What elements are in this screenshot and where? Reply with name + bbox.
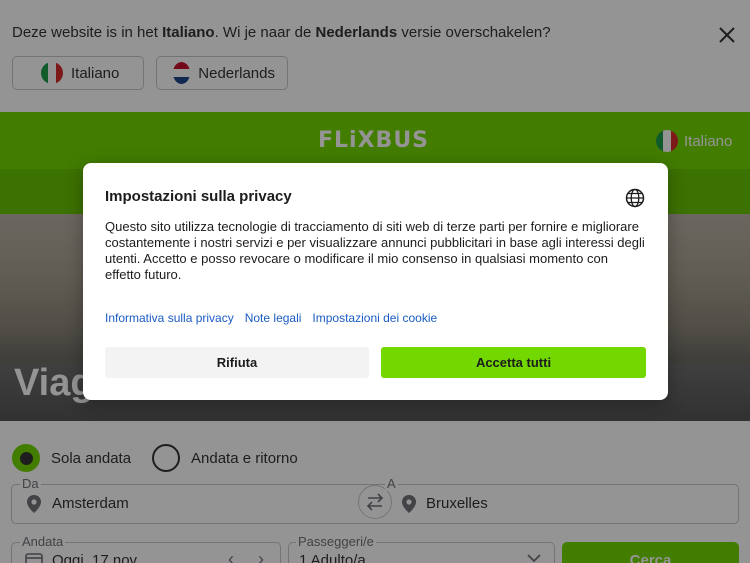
cookie-settings-link[interactable]: Impostazioni dei cookie xyxy=(312,311,437,325)
privacy-links: Informativa sulla privacy Note legali Im… xyxy=(105,311,437,325)
accept-all-button[interactable]: Accetta tutti xyxy=(381,347,646,378)
language-globe-icon[interactable] xyxy=(625,188,645,208)
legal-notes-link[interactable]: Note legali xyxy=(245,311,302,325)
privacy-policy-link[interactable]: Informativa sulla privacy xyxy=(105,311,234,325)
privacy-dialog-text: Questo sito utilizza tecnologie di tracc… xyxy=(105,219,645,282)
privacy-settings-dialog: Impostazioni sulla privacy Questo sito u… xyxy=(83,163,668,400)
privacy-dialog-title: Impostazioni sulla privacy xyxy=(105,188,292,205)
deny-button[interactable]: Rifiuta xyxy=(105,347,369,378)
